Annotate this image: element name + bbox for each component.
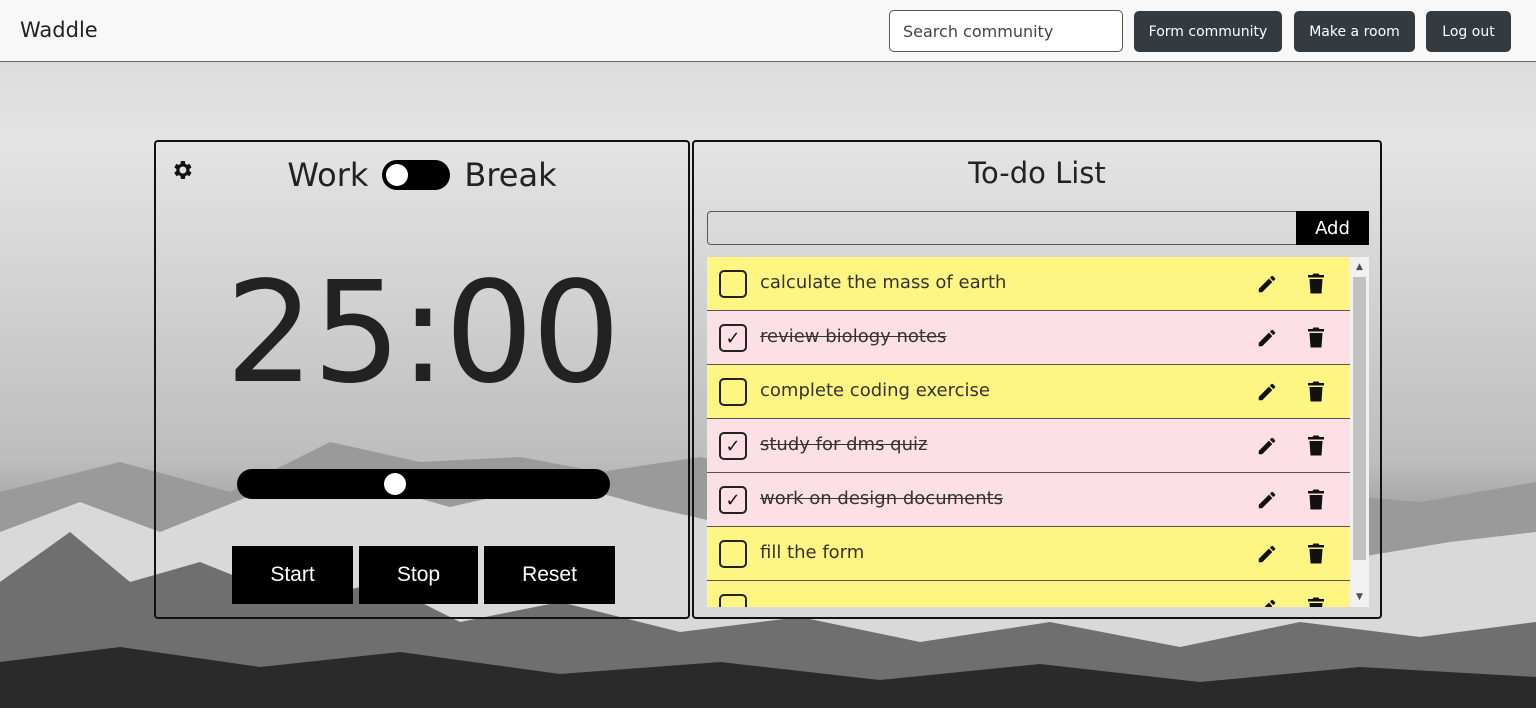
todo-list-panel: To-do List Add calculate the mass of ear… (692, 140, 1382, 619)
task-text: study for dms quiz (760, 434, 928, 455)
pencil-icon[interactable] (1256, 543, 1278, 565)
trash-icon[interactable] (1307, 596, 1325, 607)
brand-logo[interactable]: Waddle (20, 18, 98, 42)
task-text: review biology notes (760, 326, 947, 347)
todo-title: To-do List (968, 156, 1106, 190)
todo-list-scroll-area[interactable]: calculate the mass of earth ✓ review biolo… (707, 257, 1369, 607)
pencil-icon[interactable] (1256, 327, 1278, 349)
scroll-thumb[interactable] (1353, 277, 1366, 560)
task-checkbox[interactable]: ✓ (719, 432, 747, 460)
todo-item: complete coding exercise (707, 365, 1350, 419)
top-navbar: Waddle Form community Make a room Log ou… (0, 0, 1536, 62)
task-text: calculate the mass of earth (760, 272, 1007, 293)
slider-thumb[interactable] (384, 473, 406, 495)
task-checkbox[interactable]: ✓ (719, 324, 747, 352)
toggle-knob (386, 164, 409, 186)
pencil-icon[interactable] (1256, 489, 1278, 511)
todo-item: ✓ review biology notes (707, 311, 1350, 365)
scroll-down-arrow-icon[interactable]: ▼ (1350, 589, 1369, 605)
mode-switch-row: Work Break (156, 156, 688, 194)
log-out-button[interactable]: Log out (1426, 11, 1511, 52)
todo-item: calculate the mass of earth (707, 257, 1350, 311)
work-label: Work (287, 156, 369, 194)
pencil-icon[interactable] (1256, 435, 1278, 457)
trash-icon[interactable] (1307, 326, 1325, 348)
add-task-button[interactable]: Add (1296, 211, 1369, 245)
trash-icon[interactable] (1307, 434, 1325, 456)
pomodoro-timer-panel: Work Break 25:00 Start Stop Reset (154, 140, 690, 619)
new-task-input[interactable] (707, 211, 1297, 245)
break-label: Break (464, 156, 557, 194)
todo-item: ✓ work on design documents (707, 473, 1350, 527)
check-icon: ✓ (725, 489, 741, 511)
work-break-toggle[interactable] (382, 160, 451, 190)
task-checkbox[interactable] (719, 540, 747, 568)
trash-icon[interactable] (1307, 380, 1325, 402)
scroll-up-arrow-icon[interactable]: ▲ (1350, 259, 1369, 275)
todo-item: ✓ study for dms quiz (707, 419, 1350, 473)
task-checkbox[interactable] (719, 594, 747, 607)
duration-slider[interactable] (237, 469, 610, 499)
start-button[interactable]: Start (232, 546, 353, 604)
stop-button[interactable]: Stop (359, 546, 478, 604)
pencil-icon[interactable] (1256, 381, 1278, 403)
todo-item (707, 581, 1350, 607)
task-text: work on design documents (760, 488, 1004, 509)
trash-icon[interactable] (1307, 542, 1325, 564)
trash-icon[interactable] (1307, 488, 1325, 510)
check-icon: ✓ (725, 327, 741, 349)
make-room-button[interactable]: Make a room (1294, 11, 1415, 52)
search-community-input[interactable] (889, 10, 1123, 52)
check-icon: ✓ (725, 435, 741, 457)
timer-display: 25:00 (225, 252, 620, 415)
form-community-button[interactable]: Form community (1134, 11, 1282, 52)
todo-scrollbar[interactable]: ▲ ▼ (1350, 257, 1369, 607)
task-checkbox[interactable] (719, 378, 747, 406)
reset-button[interactable]: Reset (484, 546, 615, 604)
pencil-icon[interactable] (1256, 273, 1278, 295)
todo-list: calculate the mass of earth ✓ review biolo… (707, 257, 1350, 607)
task-checkbox[interactable] (719, 270, 747, 298)
todo-item: fill the form (707, 527, 1350, 581)
trash-icon[interactable] (1307, 272, 1325, 294)
task-text: complete coding exercise (760, 380, 990, 401)
task-checkbox[interactable]: ✓ (719, 486, 747, 514)
task-text: fill the form (760, 542, 865, 563)
pencil-icon[interactable] (1256, 597, 1278, 607)
